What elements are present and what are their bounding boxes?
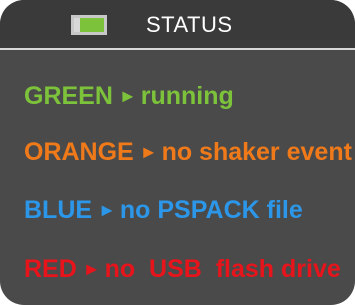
status-indicator-icon	[71, 15, 107, 35]
legend-color-name: GREEN	[24, 82, 113, 110]
legend-meaning: no shaker event	[161, 138, 352, 166]
status-header: STATUS	[0, 0, 355, 50]
legend-meaning: no USB flash drive	[104, 255, 341, 283]
status-indicator-fill	[80, 18, 104, 32]
legend-item-green: GREEN ► running	[24, 82, 234, 111]
legend-item-orange: ORANGE ► no shaker event	[24, 138, 352, 167]
arrow-right-icon: ►	[139, 142, 158, 162]
arrow-right-icon: ►	[82, 259, 101, 279]
legend-color-name: ORANGE	[24, 138, 134, 166]
legend-color-name: RED	[24, 255, 77, 283]
legend-meaning: no PSPACK file	[119, 196, 303, 224]
legend-color-name: BLUE	[24, 196, 93, 224]
status-title: STATUS	[146, 12, 233, 37]
legend-meaning: running	[140, 82, 234, 110]
legend-item-blue: BLUE ► no PSPACK file	[24, 196, 303, 225]
arrow-right-icon: ►	[98, 200, 116, 220]
legend-item-red: RED ► no USB flash drive	[24, 255, 341, 284]
arrow-right-icon: ►	[118, 86, 137, 106]
status-panel: STATUS GREEN ► running ORANGE ► no shaker ev…	[0, 0, 355, 305]
